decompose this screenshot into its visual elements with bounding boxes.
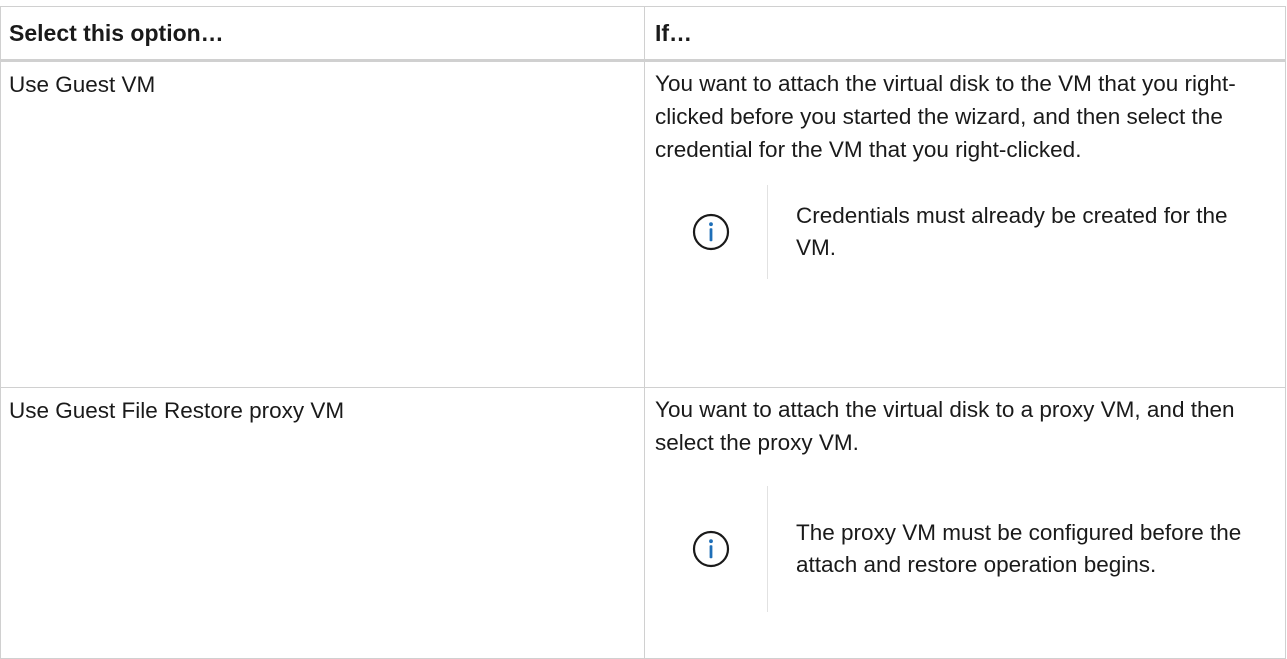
note-icon-cell <box>655 486 767 612</box>
table-header-row: Select this option… If… <box>0 6 1286 62</box>
note-icon-cell <box>655 185 767 279</box>
info-icon <box>692 213 730 251</box>
header-if: If… <box>644 6 1286 62</box>
option-cell: Use Guest VM <box>0 60 645 388</box>
condition-text: You want to attach the virtual disk to t… <box>655 71 1236 162</box>
note-text: The proxy VM must be configured before t… <box>796 520 1242 577</box>
note-admonition: Credentials must already be created for … <box>655 185 1271 279</box>
condition-cell: You want to attach the virtual disk to t… <box>644 60 1286 388</box>
note-text: Credentials must already be created for … <box>796 203 1228 260</box>
condition-cell: You want to attach the virtual disk to a… <box>644 387 1286 659</box>
table-row: Use Guest File Restore proxy VM You want… <box>0 387 1286 659</box>
info-icon <box>692 530 730 568</box>
note-admonition: The proxy VM must be configured before t… <box>655 486 1271 612</box>
options-table-container: Select this option… If… Use Guest VM You… <box>0 6 1286 659</box>
condition-text: You want to attach the virtual disk to a… <box>655 397 1235 455</box>
table-row: Use Guest VM You want to attach the virt… <box>0 60 1286 388</box>
option-cell: Use Guest File Restore proxy VM <box>0 387 645 659</box>
options-table: Select this option… If… Use Guest VM You… <box>0 6 1286 659</box>
header-select-option: Select this option… <box>0 6 645 62</box>
